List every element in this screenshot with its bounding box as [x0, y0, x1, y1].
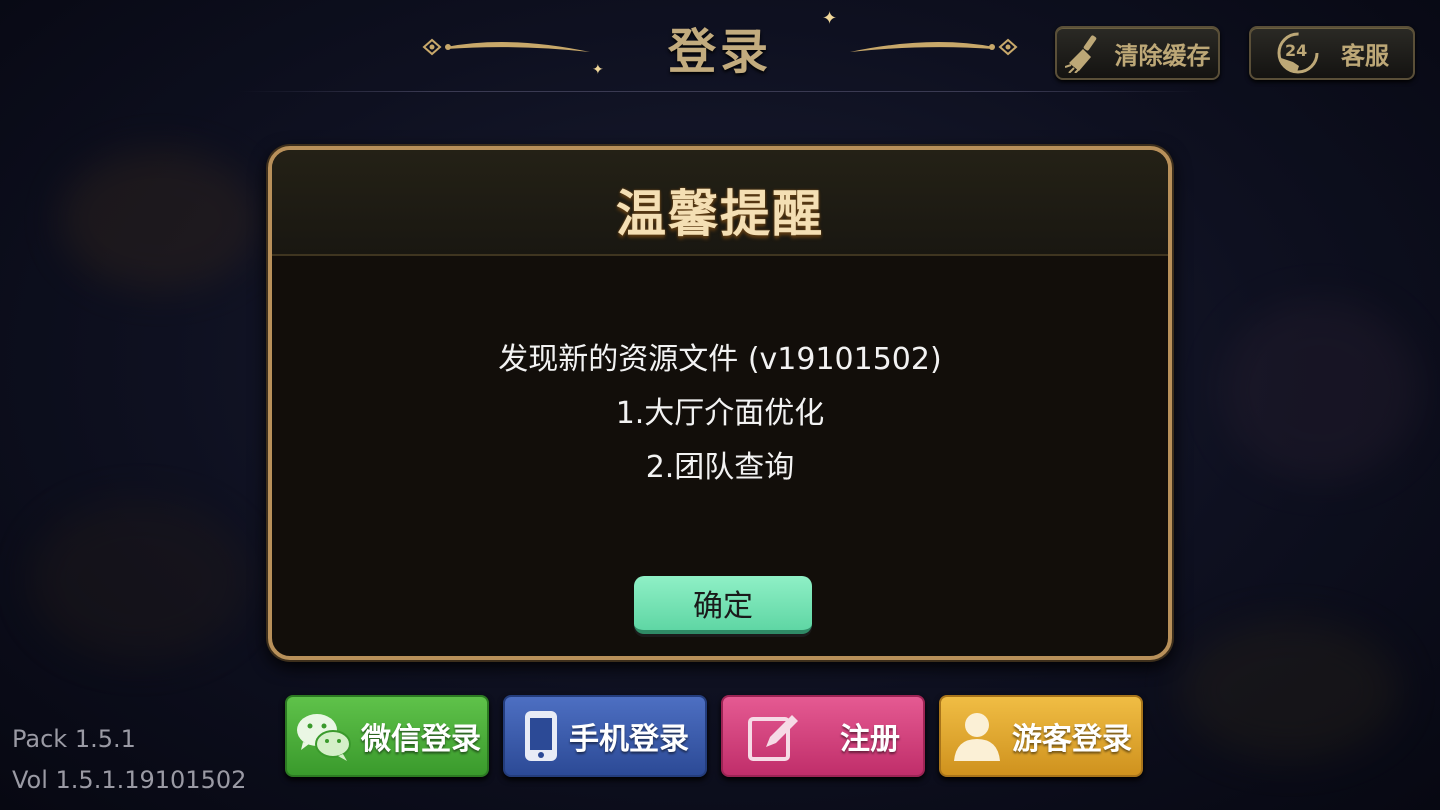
- page-title: 登录: [667, 24, 772, 80]
- wechat-login-button[interactable]: 微信登录: [285, 695, 489, 777]
- left-ornament: [422, 38, 590, 56]
- dialog-message-line: 发现新的资源文件 (v19101502): [498, 342, 942, 377]
- register-label: 注册: [840, 722, 900, 757]
- background-blur: [30, 500, 250, 660]
- edit-icon: [746, 709, 800, 763]
- dialog-message-line: 1.大厅介面优化: [615, 396, 825, 431]
- sparkle-icon: ✦: [592, 62, 604, 78]
- clear-cache-label: 清除缓存: [1114, 41, 1211, 70]
- wechat-icon: [293, 708, 353, 764]
- vol-version: Vol 1.5.1.19101502: [12, 766, 247, 794]
- smartphone-icon: [521, 709, 561, 763]
- broom-icon: [1064, 33, 1107, 73]
- register-button[interactable]: 注册: [721, 695, 925, 777]
- phone-login-label: 手机登录: [569, 722, 689, 757]
- confirm-button[interactable]: 确定: [634, 576, 812, 634]
- service-badge: 24: [1285, 41, 1308, 60]
- right-ornament: [850, 38, 1018, 56]
- service-label: 客服: [1341, 41, 1389, 70]
- header-bar: 登录 ✦ ✦ 清除缓存 24 客服: [0, 0, 1440, 92]
- guest-login-label: 游客登录: [1012, 722, 1132, 757]
- pack-version: Pack 1.5.1: [12, 725, 136, 753]
- wechat-login-label: 微信登录: [361, 722, 481, 757]
- background-blur: [60, 150, 260, 290]
- guest-login-button[interactable]: 游客登录: [939, 695, 1143, 777]
- phone-24h-icon: 24: [1275, 30, 1321, 76]
- background-blur: [1180, 620, 1400, 760]
- dialog-title: 温馨提醒: [616, 185, 824, 243]
- customer-service-button[interactable]: 24 客服: [1249, 26, 1415, 80]
- phone-login-button[interactable]: 手机登录: [503, 695, 707, 777]
- confirm-label: 确定: [693, 589, 753, 624]
- header-divider: [240, 91, 1200, 92]
- sparkle-icon: ✦: [822, 8, 838, 29]
- dialog-message-line: 2.团队查询: [645, 450, 795, 485]
- clear-cache-button[interactable]: 清除缓存: [1055, 26, 1220, 80]
- background-blur: [1220, 300, 1420, 480]
- user-icon: [950, 709, 1004, 763]
- dialog-header: 温馨提醒: [272, 150, 1168, 256]
- notice-dialog: 温馨提醒 发现新的资源文件 (v19101502) 1.大厅介面优化 2.团队查…: [268, 146, 1172, 660]
